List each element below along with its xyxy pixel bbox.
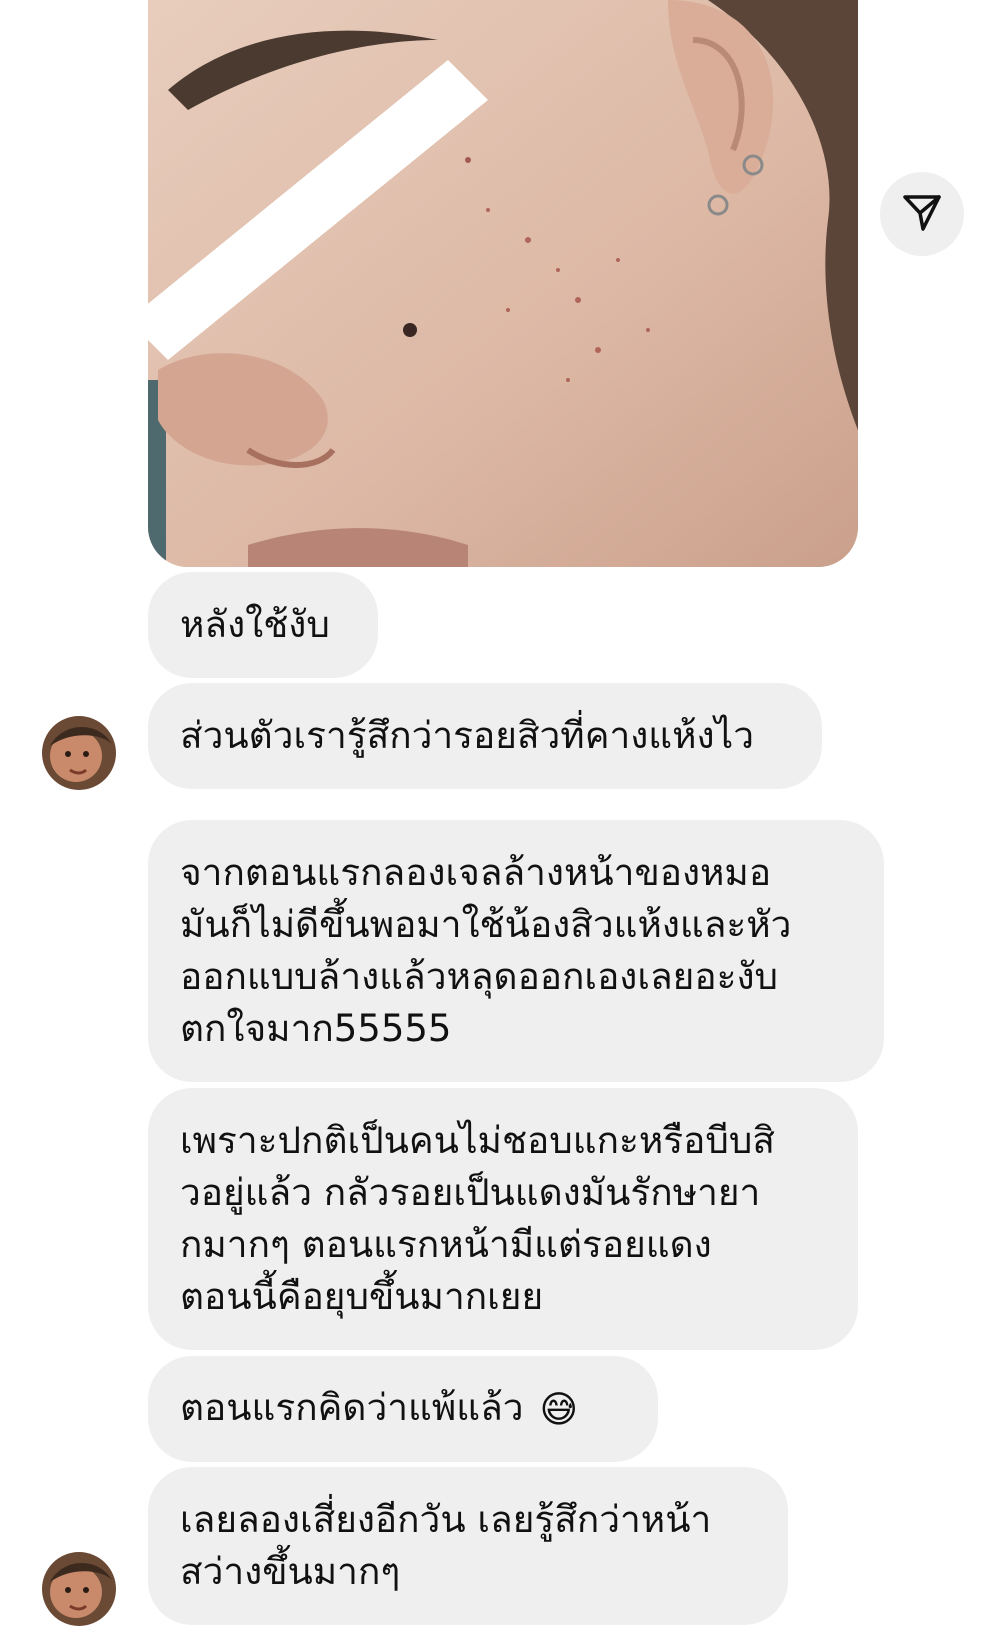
message-bubble: จากตอนแรกลองเจลล้างหน้าของหมอ มันก็ไม่ดี… xyxy=(148,820,884,1082)
message-bubble: ส่วนตัวเรารู้สึกว่ารอยสิวที่คางแห้งไว xyxy=(148,683,822,789)
message-text: มันก็ไม่ดีขึ้นพอมาใช้น้องสิวแห้งและหัว xyxy=(180,903,792,946)
paper-plane-icon xyxy=(901,191,943,237)
message-text: ตกใจมาก55555 xyxy=(180,1007,452,1050)
message-text: หลังใช้งับ xyxy=(180,603,330,646)
message-bubble: เลยลองเสี่ยงอีกวัน เลยรู้สึกว่าหน้า สว่า… xyxy=(148,1467,788,1625)
message-text: ตอนแรกคิดว่าแพ้แล้ว 😅 xyxy=(180,1382,626,1436)
message-text: กมากๆ ตอนแรกหน้ามีแต่รอยแดง xyxy=(180,1223,712,1266)
avatar[interactable] xyxy=(42,716,116,790)
message-text: ส่วนตัวเรารู้สึกว่ารอยสิวที่คางแห้งไว xyxy=(180,714,754,757)
message-text: เลยลองเสี่ยงอีกวัน เลยรู้สึกว่าหน้า xyxy=(180,1498,712,1541)
message-text: สว่างขึ้นมากๆ xyxy=(180,1550,401,1593)
avatar[interactable] xyxy=(42,1552,116,1626)
message-text: วอยู่แล้ว กลัวรอยเป็นแดงมันรักษายา xyxy=(180,1171,761,1214)
message-bubble: หลังใช้งับ xyxy=(148,572,378,678)
share-button[interactable] xyxy=(880,172,964,256)
message-bubble: ตอนแรกคิดว่าแพ้แล้ว 😅 xyxy=(148,1356,658,1462)
message-text: เพราะปกติเป็นคนไม่ชอบแกะหรือบีบสิ xyxy=(180,1119,775,1162)
grinning-sweat-emoji: 😅 xyxy=(539,1387,579,1431)
message-text: จากตอนแรกลองเจลล้างหน้าของหมอ xyxy=(180,851,772,894)
message-text: ตอนนี้คือยุบขึ้นมากเยย xyxy=(180,1275,544,1318)
message-text: ออกแบบล้างแล้วหลุดออกเองเลยอะงับ xyxy=(180,955,778,998)
message-bubble: เพราะปกติเป็นคนไม่ชอบแกะหรือบีบสิ วอยู่แ… xyxy=(148,1088,858,1350)
shared-photo[interactable] xyxy=(148,0,858,567)
